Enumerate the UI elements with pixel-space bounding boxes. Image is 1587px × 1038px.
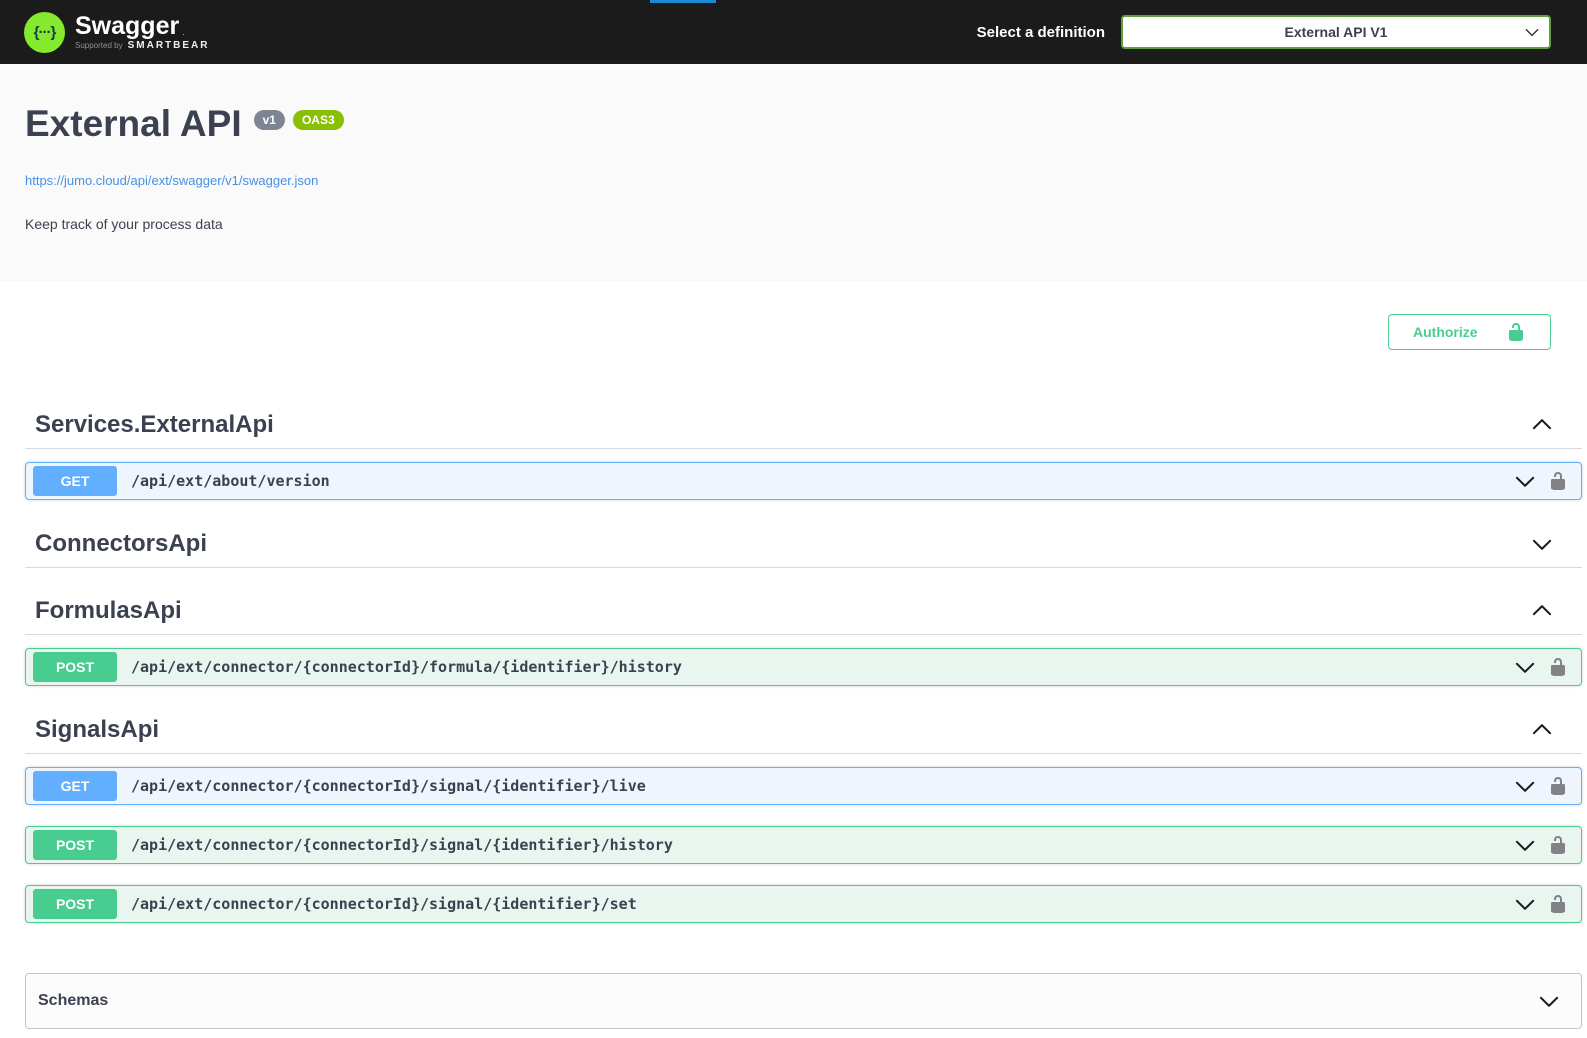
- method-badge: GET: [33, 466, 117, 496]
- chevron-up-icon[interactable]: [1532, 601, 1552, 621]
- section-header-services-externalapi[interactable]: Services.ExternalApi: [25, 402, 1582, 449]
- operation-row[interactable]: GET /api/ext/about/version: [25, 462, 1582, 500]
- method-badge: POST: [33, 652, 117, 682]
- swagger-logo-icon: {···}: [24, 12, 65, 53]
- unlocked-padlock-icon[interactable]: [1548, 835, 1568, 855]
- chevron-up-icon[interactable]: [1532, 720, 1552, 740]
- authorize-label: Authorize: [1413, 324, 1478, 340]
- section-header-connectorsapi[interactable]: ConnectorsApi: [25, 521, 1582, 568]
- unlocked-padlock-icon[interactable]: [1548, 894, 1568, 914]
- chevron-down-icon[interactable]: [1515, 471, 1535, 491]
- operation-path: /api/ext/connector/{connectorId}/signal/…: [131, 777, 646, 795]
- method-badge: POST: [33, 889, 117, 919]
- logo-title: Swagger: [75, 13, 179, 39]
- operation-row[interactable]: POST /api/ext/connector/{connectorId}/fo…: [25, 648, 1582, 686]
- section-header-formulasapi[interactable]: FormulasApi: [25, 588, 1582, 635]
- section-title: FormulasApi: [35, 597, 182, 625]
- section-title: Services.ExternalApi: [35, 411, 274, 439]
- logo-trademark: .: [182, 27, 185, 37]
- operation-path: /api/ext/connector/{connectorId}/formula…: [131, 658, 682, 676]
- chevron-down-icon[interactable]: [1515, 657, 1535, 677]
- topbar: {···} Swagger . Supported by SMARTBEAR S…: [0, 0, 1587, 64]
- operation-path: /api/ext/about/version: [131, 472, 330, 490]
- supported-by-label: Supported by: [75, 41, 123, 50]
- version-badge: v1: [254, 110, 285, 130]
- operation-row[interactable]: POST /api/ext/connector/{connectorId}/si…: [25, 885, 1582, 923]
- api-info-section: External API v1 OAS3 https://jumo.cloud/…: [0, 64, 1587, 281]
- chevron-down-icon[interactable]: [1539, 991, 1559, 1011]
- operation-path: /api/ext/connector/{connectorId}/signal/…: [131, 836, 673, 854]
- logo-braces: {···}: [34, 24, 56, 41]
- definition-select[interactable]: External API V1: [1121, 15, 1551, 49]
- scheme-container: Authorize: [0, 281, 1587, 382]
- method-badge: GET: [33, 771, 117, 801]
- api-description: Keep track of your process data: [25, 216, 1562, 232]
- schemas-section-header[interactable]: Schemas: [25, 973, 1582, 1029]
- section-title: SignalsApi: [35, 716, 159, 744]
- top-accent-bar: [650, 0, 716, 3]
- section-header-signalsapi[interactable]: SignalsApi: [25, 707, 1582, 754]
- unlocked-padlock-icon[interactable]: [1548, 471, 1568, 491]
- smartbear-label: SMARTBEAR: [128, 40, 210, 51]
- method-badge: POST: [33, 830, 117, 860]
- operation-row[interactable]: POST /api/ext/connector/{connectorId}/si…: [25, 826, 1582, 864]
- unlocked-padlock-icon[interactable]: [1548, 776, 1568, 796]
- chevron-up-icon[interactable]: [1532, 415, 1552, 435]
- operations-list: Services.ExternalApi GET /api/ext/about/…: [0, 382, 1587, 1029]
- operation-path: /api/ext/connector/{connectorId}/signal/…: [131, 895, 637, 913]
- definition-select-value: External API V1: [1285, 24, 1388, 40]
- authorize-button[interactable]: Authorize: [1388, 314, 1551, 350]
- schemas-title: Schemas: [38, 992, 108, 1010]
- chevron-down-icon[interactable]: [1515, 835, 1535, 855]
- page-title: External API: [25, 104, 242, 145]
- chevron-down-icon: [1525, 25, 1539, 39]
- swagger-logo-link[interactable]: {···} Swagger . Supported by SMARTBEAR: [24, 12, 209, 53]
- select-definition-label: Select a definition: [977, 24, 1105, 41]
- unlocked-padlock-icon[interactable]: [1548, 657, 1568, 677]
- oas3-badge: OAS3: [293, 110, 344, 130]
- spec-url-link[interactable]: https://jumo.cloud/api/ext/swagger/v1/sw…: [25, 173, 318, 188]
- unlocked-padlock-icon: [1506, 322, 1526, 342]
- chevron-down-icon[interactable]: [1532, 534, 1552, 554]
- chevron-down-icon[interactable]: [1515, 776, 1535, 796]
- section-title: ConnectorsApi: [35, 530, 207, 558]
- chevron-down-icon[interactable]: [1515, 894, 1535, 914]
- operation-row[interactable]: GET /api/ext/connector/{connectorId}/sig…: [25, 767, 1582, 805]
